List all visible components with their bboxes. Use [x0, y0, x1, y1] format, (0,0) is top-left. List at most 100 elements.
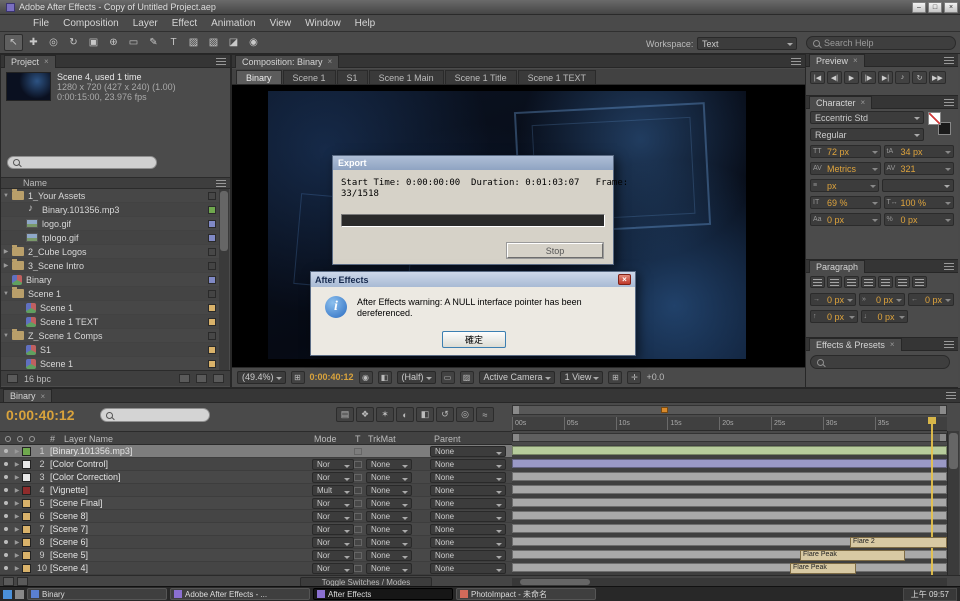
- expand-layers-icon[interactable]: [3, 577, 14, 586]
- trkmat-dropdown[interactable]: None: [366, 537, 412, 548]
- label-color-chip[interactable]: [208, 332, 216, 340]
- parent-dropdown[interactable]: None: [430, 485, 506, 496]
- timeline-vertical-scrollbar[interactable]: [947, 431, 959, 575]
- grid-guides-button[interactable]: ⊞: [608, 371, 622, 384]
- ok-button[interactable]: 確定: [442, 331, 506, 348]
- project-item[interactable]: Scene 1: [1, 301, 220, 315]
- tab-paragraph[interactable]: Paragraph: [809, 260, 865, 273]
- label-color-chip[interactable]: [208, 234, 216, 242]
- leading-field[interactable]: tA34 px: [884, 145, 955, 158]
- layer-bar-flare[interactable]: Flare Peak: [790, 563, 856, 574]
- layer-duration-bar[interactable]: [512, 563, 947, 572]
- expand-arrow-icon[interactable]: ▼: [1, 333, 11, 339]
- track-matte-toggle[interactable]: [354, 487, 362, 494]
- layer-label-chip[interactable]: [22, 564, 31, 573]
- layer-visibility-toggle[interactable]: [0, 514, 12, 518]
- viewer-timecode[interactable]: 0:00:40:12: [310, 372, 354, 382]
- project-item[interactable]: Scene 1 TEXT: [1, 315, 220, 329]
- minimize-button[interactable]: –: [912, 2, 926, 13]
- zoom-out-icon[interactable]: [17, 577, 28, 586]
- trkmat-dropdown[interactable]: None: [366, 511, 412, 522]
- project-item-name[interactable]: 3_Scene Intro: [28, 261, 208, 271]
- layer-expand-arrow-icon[interactable]: [12, 552, 22, 559]
- layer-visibility-toggle[interactable]: [0, 527, 12, 531]
- layer-name[interactable]: [Scene 5]: [50, 550, 88, 560]
- tab-character[interactable]: Character ×: [809, 96, 872, 109]
- project-item-name[interactable]: tplogo.gif: [42, 233, 208, 243]
- type-tool-button[interactable]: T: [164, 34, 183, 51]
- snapshot-button[interactable]: ◉: [359, 371, 373, 384]
- layer-visibility-toggle[interactable]: [0, 475, 12, 479]
- mode-dropdown[interactable]: Nor: [312, 563, 354, 574]
- font-family-dropdown[interactable]: Eccentric Std: [810, 111, 924, 124]
- layer-duration-bar[interactable]: [512, 459, 947, 468]
- parent-dropdown[interactable]: None: [430, 498, 506, 509]
- label-color-chip[interactable]: [208, 248, 216, 256]
- view-layout-dropdown[interactable]: 1 View: [560, 371, 604, 384]
- pen-tool-button[interactable]: ✎: [144, 34, 163, 51]
- layer-row[interactable]: 3 [Color Correction] Nor None None: [0, 471, 947, 484]
- mode-dropdown[interactable]: Mult: [312, 485, 354, 496]
- project-item-name[interactable]: Scene 1 TEXT: [40, 317, 208, 327]
- justify-center-button[interactable]: [878, 276, 893, 288]
- parent-column-label[interactable]: Parent: [434, 434, 461, 444]
- exposure-value[interactable]: +0.0: [646, 372, 664, 382]
- mode-dropdown[interactable]: Nor: [312, 524, 354, 535]
- ram-preview-button[interactable]: ▶▶: [929, 71, 946, 84]
- label-color-chip[interactable]: [208, 318, 216, 326]
- parent-dropdown[interactable]: None: [430, 550, 506, 561]
- close-button[interactable]: ×: [944, 2, 958, 13]
- panel-menu-icon[interactable]: [944, 99, 954, 106]
- layer-row[interactable]: 8 [Scene 6] Nor None None: [0, 536, 947, 549]
- project-item[interactable]: ▶ 3_Scene Intro: [1, 259, 220, 273]
- next-frame-button[interactable]: |▶: [861, 71, 876, 84]
- layer-bar-flare[interactable]: Flare Peak: [800, 550, 905, 561]
- justify-right-button[interactable]: [895, 276, 910, 288]
- composition-tab[interactable]: Scene 1 Title: [445, 70, 517, 84]
- layer-visibility-toggle[interactable]: [0, 540, 12, 544]
- horizontal-scale-field[interactable]: T↔100 %: [884, 196, 955, 209]
- composition-tab[interactable]: Scene 1 Main: [369, 70, 444, 84]
- menu-item[interactable]: Animation: [204, 18, 262, 29]
- layer-duration-bar[interactable]: [512, 446, 947, 455]
- composition-tab[interactable]: Scene 1: [283, 70, 336, 84]
- label-color-chip[interactable]: [208, 346, 216, 354]
- project-item[interactable]: Scene 1: [1, 357, 220, 371]
- composition-tab[interactable]: Scene 1 TEXT: [518, 70, 596, 84]
- draft-3d-button[interactable]: ❖: [356, 407, 374, 422]
- frame-blending-button[interactable]: ◐: [396, 407, 414, 422]
- project-search-input[interactable]: [7, 156, 157, 169]
- scrollbar-thumb[interactable]: [520, 579, 590, 585]
- project-item-name[interactable]: Z_Scene 1 Comps: [28, 331, 208, 341]
- track-matte-toggle[interactable]: [354, 461, 362, 468]
- new-folder-icon[interactable]: [179, 374, 190, 383]
- project-item-name[interactable]: Scene 1: [40, 303, 208, 313]
- layer-visibility-toggle[interactable]: [0, 566, 12, 570]
- label-color-chip[interactable]: [208, 262, 216, 270]
- menu-item[interactable]: File: [26, 18, 56, 29]
- project-scrollbar[interactable]: [219, 189, 229, 371]
- label-color-chip[interactable]: [208, 290, 216, 298]
- layer-label-chip[interactable]: [22, 551, 31, 560]
- layer-duration-bar[interactable]: [512, 498, 947, 507]
- flowchart-button[interactable]: ✛: [627, 371, 641, 384]
- label-color-chip[interactable]: [208, 206, 216, 214]
- track-matte-toggle[interactable]: [354, 552, 362, 559]
- fill-stroke-swatches[interactable]: [927, 112, 955, 138]
- layer-label-chip[interactable]: [22, 473, 31, 482]
- motion-blur-button[interactable]: ◧: [416, 407, 434, 422]
- layer-visibility-toggle[interactable]: [0, 488, 12, 492]
- pan-behind-tool-button[interactable]: ⊕: [104, 34, 123, 51]
- close-icon[interactable]: ×: [890, 340, 895, 349]
- zoom-tool-button[interactable]: ◎: [44, 34, 63, 51]
- menu-item[interactable]: Layer: [126, 18, 165, 29]
- expand-arrow-icon[interactable]: ▼: [1, 193, 11, 199]
- hide-shy-layers-button[interactable]: ✶: [376, 407, 394, 422]
- mode-dropdown[interactable]: Nor: [312, 550, 354, 561]
- eraser-tool-button[interactable]: ◪: [224, 34, 243, 51]
- composition-tab[interactable]: Binary: [236, 70, 282, 84]
- project-item-name[interactable]: 1_Your Assets: [28, 191, 208, 201]
- panel-menu-icon[interactable]: [944, 57, 954, 64]
- stroke-width-field[interactable]: ≡px: [810, 179, 879, 192]
- layer-visibility-toggle[interactable]: [0, 553, 12, 557]
